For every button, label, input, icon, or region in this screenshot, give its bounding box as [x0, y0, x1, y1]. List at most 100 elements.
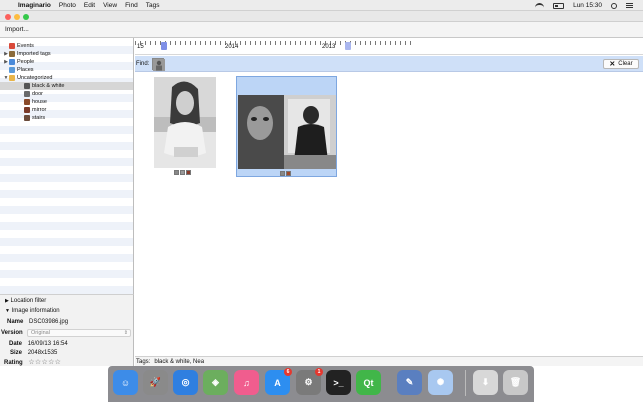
- notification-center-icon[interactable]: [626, 3, 633, 8]
- clear-label: Clear: [618, 61, 633, 67]
- tag-tree-item-label: stairs: [32, 115, 46, 121]
- menu-find[interactable]: Find: [125, 2, 138, 9]
- tags-label: Tags:: [136, 358, 151, 365]
- size-label: Size: [10, 350, 23, 356]
- date-label: Date: [9, 341, 23, 347]
- tags-bar: Tags: black & white, Nea: [135, 356, 643, 366]
- tag-tree-item[interactable]: house: [0, 98, 133, 106]
- tag-tree-item-label: Events: [17, 43, 34, 49]
- dock-app-icon[interactable]: ⬇: [473, 370, 498, 395]
- version-label: Version: [1, 330, 23, 336]
- dock-app-icon[interactable]: ✺: [428, 370, 453, 395]
- rating-row: Rating ☆☆☆☆☆: [4, 358, 61, 366]
- dock-app-icon[interactable]: >_: [326, 370, 351, 395]
- photo-browser[interactable]: [135, 73, 643, 356]
- tag-tree-item-label: Places: [17, 67, 34, 73]
- dock-app-glyph: ✺: [436, 377, 445, 387]
- window-title-bar: [0, 11, 643, 22]
- tag-tree-item-label: Uncategorized: [17, 75, 53, 81]
- dock-app-icon[interactable]: 🗑: [503, 370, 528, 395]
- date-row: Date 16/09/13 16:54: [9, 341, 68, 347]
- dock-app-icon[interactable]: ☺: [113, 370, 138, 395]
- menu-tags[interactable]: Tags: [146, 2, 160, 9]
- tag-icon: [24, 115, 30, 121]
- dock-app-glyph: Qt: [363, 377, 374, 388]
- photo-tag-icons: [280, 171, 291, 176]
- size-value: 2048x1535: [27, 350, 58, 356]
- tag-tree-item[interactable]: ▼ Uncategorized: [0, 74, 133, 82]
- photo-thumbnail[interactable]: [154, 77, 216, 168]
- tag-tree[interactable]: Events ▶ Imported tags ▶ People Places ▼ Uncate…: [0, 38, 134, 294]
- tag-tree-item[interactable]: black & white: [0, 82, 133, 90]
- dock-app-glyph: ⬇: [481, 377, 490, 387]
- dock-app-icon[interactable]: Qt: [356, 370, 381, 395]
- tag-tree-item[interactable]: door: [0, 90, 133, 98]
- wifi-icon[interactable]: [535, 2, 545, 9]
- dock-app-icon[interactable]: 🚀: [143, 370, 168, 395]
- clear-button[interactable]: ✕ Clear: [603, 59, 639, 69]
- name-label: Name: [7, 319, 24, 325]
- clock[interactable]: Lun 15:30: [573, 2, 602, 9]
- location-filter-toggle[interactable]: ▶ Location filter: [5, 298, 46, 304]
- photo-cell[interactable]: [135, 76, 236, 177]
- name-row: Name DSC03986.jpg: [7, 319, 68, 325]
- name-value: DSC03986.jpg: [29, 319, 69, 325]
- photo-thumbnail[interactable]: [238, 95, 336, 169]
- tag-icon: [286, 171, 291, 176]
- tag-icon: [174, 170, 179, 175]
- timeline-label: 15: [137, 44, 144, 50]
- dock-app-glyph: ♫: [243, 377, 250, 388]
- disclosure-right-icon: ▶: [5, 298, 9, 304]
- tag-tree-item[interactable]: stairs: [0, 114, 133, 122]
- close-icon: ✕: [609, 61, 616, 68]
- timeline[interactable]: 15 2014 2013: [135, 38, 643, 55]
- rating-label: Rating: [4, 360, 23, 366]
- dock-app-icon[interactable]: ◈: [203, 370, 228, 395]
- battery-icon[interactable]: [553, 2, 565, 9]
- minimize-window-button[interactable]: [14, 14, 20, 20]
- timeline-range-marker[interactable]: [345, 42, 351, 50]
- dock-app-glyph: ✎: [405, 377, 414, 387]
- find-bar: Find: ✕ Clear: [135, 56, 643, 72]
- version-select[interactable]: Original ⇕: [27, 329, 131, 337]
- timeline-label: 2013: [322, 44, 336, 50]
- photo-cell-selected[interactable]: [236, 76, 337, 177]
- tag-tree-item[interactable]: ▶ Imported tags: [0, 50, 133, 58]
- menu-app-name[interactable]: Imaginario: [18, 2, 51, 9]
- timeline-ticks: [135, 41, 415, 45]
- image-info-panel: ▶ Location filter ▼ Image information Na…: [0, 294, 134, 366]
- spotlight-icon[interactable]: [611, 2, 617, 9]
- dock-app-glyph: ◎: [181, 377, 190, 387]
- tag-tree-item[interactable]: mirror: [0, 106, 133, 114]
- find-label: Find:: [136, 61, 150, 67]
- tag-tree-item-label: People: [17, 59, 35, 65]
- import-button[interactable]: Import...: [5, 26, 29, 33]
- tag-tree-item-label: Imported tags: [17, 51, 51, 57]
- menu-view[interactable]: View: [103, 2, 117, 9]
- tag-tree-item[interactable]: ▶ People: [0, 58, 133, 66]
- image-information-toggle[interactable]: ▼ Image information: [5, 308, 60, 314]
- tag-icon: [24, 99, 30, 105]
- tag-icon: [9, 59, 15, 65]
- status-area: Lun 15:30: [535, 0, 633, 11]
- menu-photo[interactable]: Photo: [59, 2, 76, 9]
- tag-tree-item[interactable]: Events: [0, 42, 133, 50]
- menu-edit[interactable]: Edit: [84, 2, 95, 9]
- rating-stars[interactable]: ☆☆☆☆☆: [28, 359, 61, 366]
- tag-tree-item[interactable]: Places: [0, 66, 133, 74]
- timeline-range-marker[interactable]: [161, 42, 167, 50]
- tags-value[interactable]: black & white, Nea: [154, 359, 204, 365]
- dock-separator: [465, 370, 466, 396]
- dock-app-icon[interactable]: ♫: [234, 370, 259, 395]
- find-tag-thumbnail[interactable]: [152, 58, 165, 71]
- notification-badge: 1: [315, 368, 323, 376]
- dock-app-icon[interactable]: ✎: [397, 370, 422, 395]
- tag-icon: [186, 170, 191, 175]
- toolbar: Import...: [0, 22, 643, 38]
- dock-app-icon[interactable]: ◎: [173, 370, 198, 395]
- dock-app-glyph: ◈: [212, 377, 219, 387]
- close-window-button[interactable]: [5, 14, 11, 20]
- tag-tree-item-label: black & white: [32, 83, 65, 89]
- zoom-window-button[interactable]: [23, 14, 29, 20]
- location-filter-label: Location filter: [10, 298, 47, 304]
